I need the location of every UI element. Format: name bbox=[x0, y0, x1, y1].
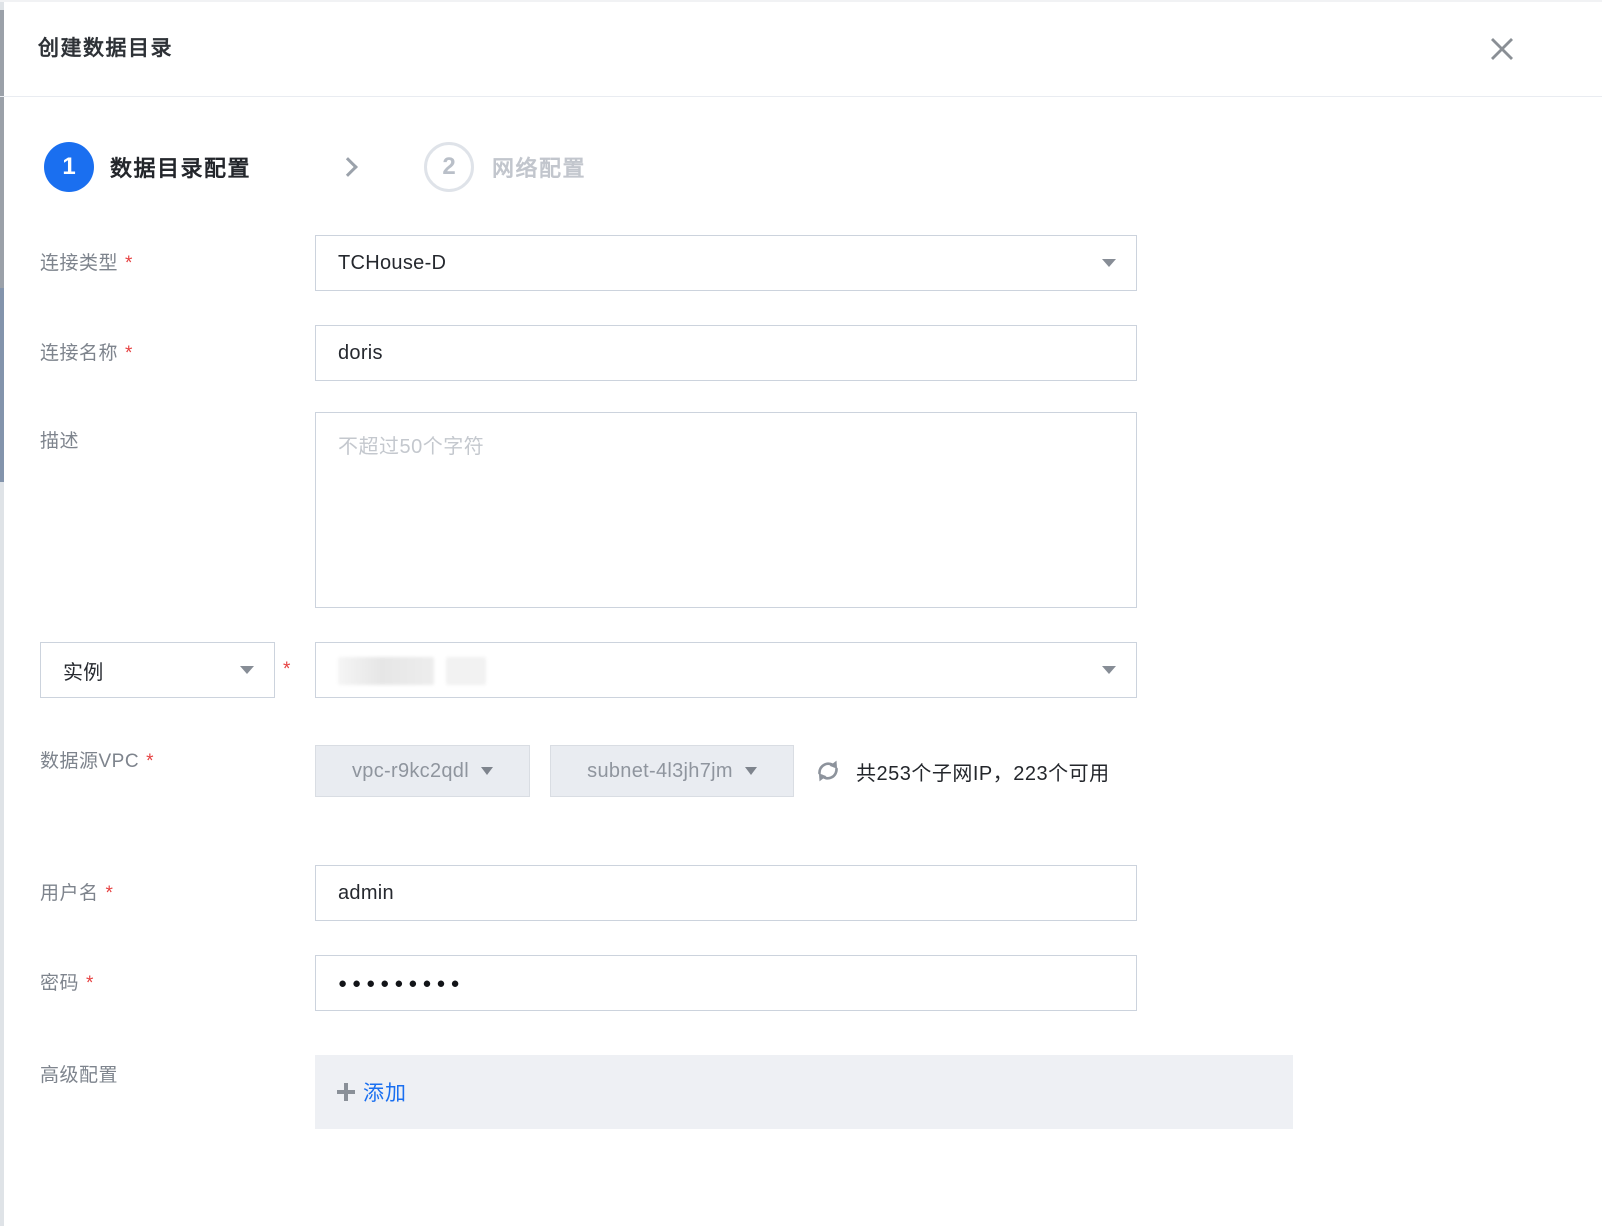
connection-name-label: 连接名称 * bbox=[40, 343, 133, 364]
background-scrollbar-segment bbox=[0, 10, 4, 288]
instance-kind-value: 实例 bbox=[63, 661, 104, 684]
connection-name-value: doris bbox=[338, 341, 383, 364]
subnet-value: subnet-4l3jh7jm bbox=[587, 759, 733, 782]
password-label: 密码 * bbox=[40, 973, 94, 994]
description-placeholder: 不超过50个字符 bbox=[338, 436, 485, 458]
step-arrow-icon bbox=[338, 157, 358, 177]
chevron-down-icon bbox=[1102, 259, 1116, 267]
subnet-ip-summary: 共253个子网IP，223个可用 bbox=[856, 762, 1110, 785]
add-label: 添加 bbox=[363, 1082, 407, 1105]
subnet-select-disabled: subnet-4l3jh7jm bbox=[550, 745, 794, 797]
required-marker: * bbox=[125, 253, 133, 274]
step-2-label: 网络配置 bbox=[492, 156, 587, 181]
connection-type-label: 连接类型 * bbox=[40, 253, 133, 274]
chevron-down-icon bbox=[1102, 666, 1116, 674]
required-marker: * bbox=[146, 751, 154, 772]
step-1-label: 数据目录配置 bbox=[110, 156, 252, 181]
connection-type-select[interactable]: TCHouse-D bbox=[315, 235, 1137, 291]
required-marker: * bbox=[125, 343, 133, 364]
connection-type-value: TCHouse-D bbox=[338, 251, 447, 274]
username-value: admin bbox=[338, 881, 394, 904]
required-marker: * bbox=[105, 883, 114, 904]
instance-required: * bbox=[283, 658, 291, 682]
username-label: 用户名 * bbox=[40, 883, 114, 904]
instance-select[interactable] bbox=[315, 642, 1137, 698]
create-data-catalog-dialog: 创建数据目录 1 数据目录配置 2 网络配置 连接类型 * TCHouse-D … bbox=[0, 0, 1602, 1226]
close-button[interactable] bbox=[1484, 31, 1520, 67]
instance-kind-select[interactable]: 实例 bbox=[40, 642, 275, 698]
connection-name-input[interactable]: doris bbox=[315, 325, 1137, 381]
refresh-button[interactable] bbox=[814, 757, 842, 785]
header-divider bbox=[0, 96, 1602, 97]
advanced-config-label: 高级配置 bbox=[40, 1065, 119, 1086]
username-input[interactable]: admin bbox=[315, 865, 1137, 921]
password-masked-value: ●●●●●●●●● bbox=[338, 974, 465, 992]
description-textarea[interactable]: 不超过50个字符 bbox=[315, 412, 1137, 608]
close-icon bbox=[1491, 38, 1513, 60]
chevron-down-icon bbox=[744, 767, 757, 775]
vpc-value: vpc-r9kc2qdl bbox=[352, 759, 469, 782]
chevron-down-icon bbox=[480, 767, 493, 775]
password-input[interactable]: ●●●●●●●●● bbox=[315, 955, 1137, 1011]
background-scrollbar-segment bbox=[0, 288, 4, 482]
chevron-down-icon bbox=[240, 666, 254, 674]
refresh-icon bbox=[818, 760, 838, 782]
required-marker: * bbox=[86, 973, 94, 994]
vpc-label: 数据源VPC * bbox=[40, 751, 154, 772]
required-marker: * bbox=[283, 659, 291, 680]
step-2-indicator: 2 bbox=[424, 142, 474, 192]
vpc-select-disabled: vpc-r9kc2qdl bbox=[315, 745, 530, 797]
redacted-instance-value bbox=[446, 657, 486, 685]
plus-icon bbox=[337, 1083, 355, 1101]
redacted-instance-value bbox=[338, 657, 434, 685]
description-label: 描述 bbox=[40, 431, 80, 452]
dialog-title: 创建数据目录 bbox=[38, 37, 173, 60]
advanced-config-panel: 添加 bbox=[315, 1055, 1293, 1129]
add-advanced-config-button[interactable]: 添加 bbox=[337, 1055, 407, 1129]
step-1-indicator: 1 bbox=[44, 142, 94, 192]
